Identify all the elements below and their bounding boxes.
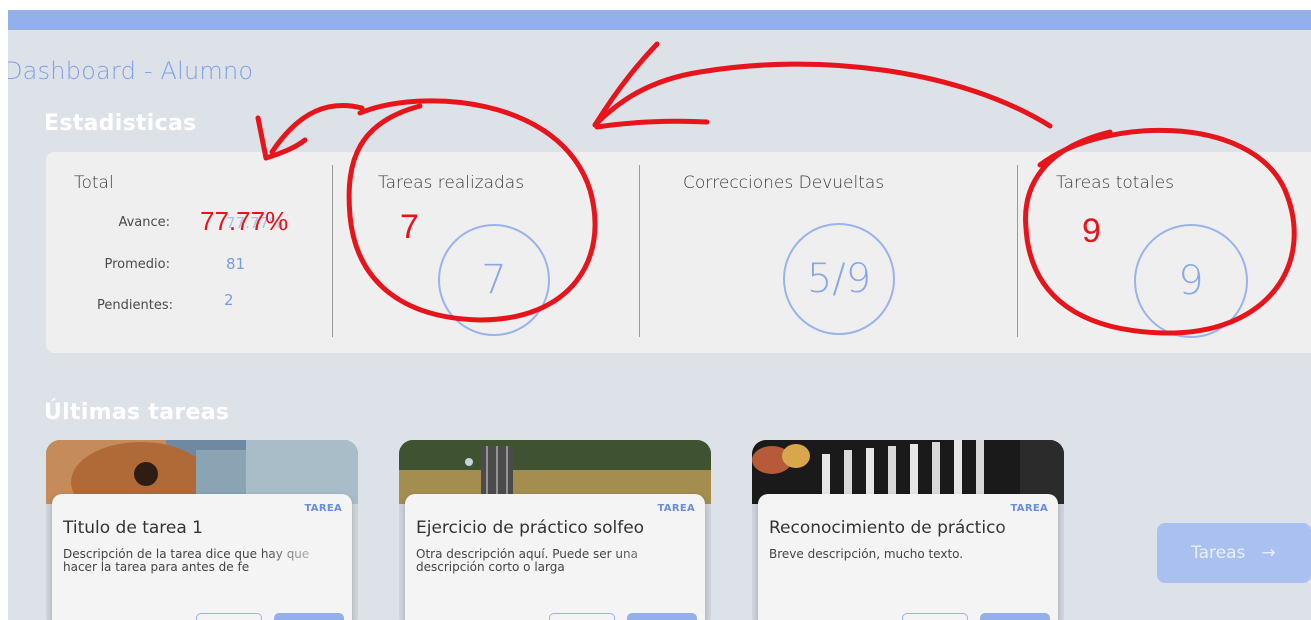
task-body: TAREA Titulo de tarea 1 Descripción de l… — [52, 494, 352, 620]
task-card[interactable]: TAREA Ejercicio de práctico solfeo Otra … — [399, 440, 711, 620]
task-title: Titulo de tarea 1 — [63, 518, 204, 538]
task-tag: TAREA — [657, 503, 695, 514]
stats-section-title: Estadisticas — [44, 111, 197, 136]
correcciones-stat: Correcciones Devueltas 5/9 — [640, 152, 1017, 353]
annotation-totales-value: 9 — [1082, 212, 1101, 250]
promedio-label: Promedio: — [104, 257, 170, 272]
task-description: Otra descripción aquí. Puede ser una des… — [416, 548, 638, 574]
task-title: Ejercicio de práctico solfeo — [416, 518, 645, 538]
pendientes-label: Pendientes: — [97, 298, 173, 313]
task-card[interactable]: TAREA Titulo de tarea 1 Descripción de l… — [46, 440, 358, 620]
total-title: Total — [74, 173, 114, 193]
task-description: Descripción de la tarea dice que hay que… — [63, 548, 310, 574]
tareas-button[interactable]: Tareas → — [1157, 523, 1311, 583]
task-secondary-button[interactable] — [549, 613, 615, 620]
task-tag: TAREA — [1010, 503, 1048, 514]
task-body: TAREA Reconocimiento de práctico Breve d… — [758, 494, 1058, 620]
annotation-avance-value: 77.77% — [200, 206, 289, 236]
task-description: Breve descripción, mucho texto. — [769, 548, 964, 561]
task-tag: TAREA — [304, 503, 342, 514]
task-secondary-button[interactable] — [196, 613, 262, 620]
task-primary-button[interactable] — [980, 613, 1050, 620]
tasks-section-title: Últimas tareas — [44, 400, 230, 425]
task-title: Reconocimiento de práctico — [769, 518, 1006, 538]
totales-circle: 9 — [1134, 224, 1248, 338]
top-bar — [8, 10, 1311, 30]
totales-title: Tareas totales — [1056, 173, 1174, 193]
stats-card: Total Avance: 77.77% Promedio: 81 Pendie… — [46, 152, 1311, 353]
correcciones-title: Correcciones Devueltas — [683, 173, 885, 193]
pendientes-value: 2 — [224, 291, 234, 309]
avance-label: Avance: — [118, 215, 170, 230]
realizadas-circle: 7 — [438, 224, 550, 336]
realizadas-title: Tareas realizadas — [378, 173, 525, 193]
arrow-right-icon: → — [1261, 543, 1276, 563]
task-primary-button[interactable] — [274, 613, 344, 620]
promedio-value: 81 — [226, 255, 246, 273]
total-stat: Total Avance: 77.77% Promedio: 81 Pendie… — [46, 152, 332, 353]
task-primary-button[interactable] — [627, 613, 697, 620]
correcciones-circle: 5/9 — [783, 223, 895, 335]
totales-stat: Tareas totales 9 — [1018, 152, 1311, 353]
tareas-button-label: Tareas — [1191, 543, 1246, 563]
app: Dashboard - Alumno Estadisticas Total Av… — [8, 10, 1311, 620]
task-secondary-button[interactable] — [902, 613, 968, 620]
annotation-realizadas-value: 7 — [400, 208, 419, 246]
task-body: TAREA Ejercicio de práctico solfeo Otra … — [405, 494, 705, 620]
task-card[interactable]: TAREA Reconocimiento de práctico Breve d… — [752, 440, 1064, 620]
page-title: Dashboard - Alumno — [8, 57, 254, 85]
realizadas-stat: Tareas realizadas 7 — [333, 152, 639, 353]
